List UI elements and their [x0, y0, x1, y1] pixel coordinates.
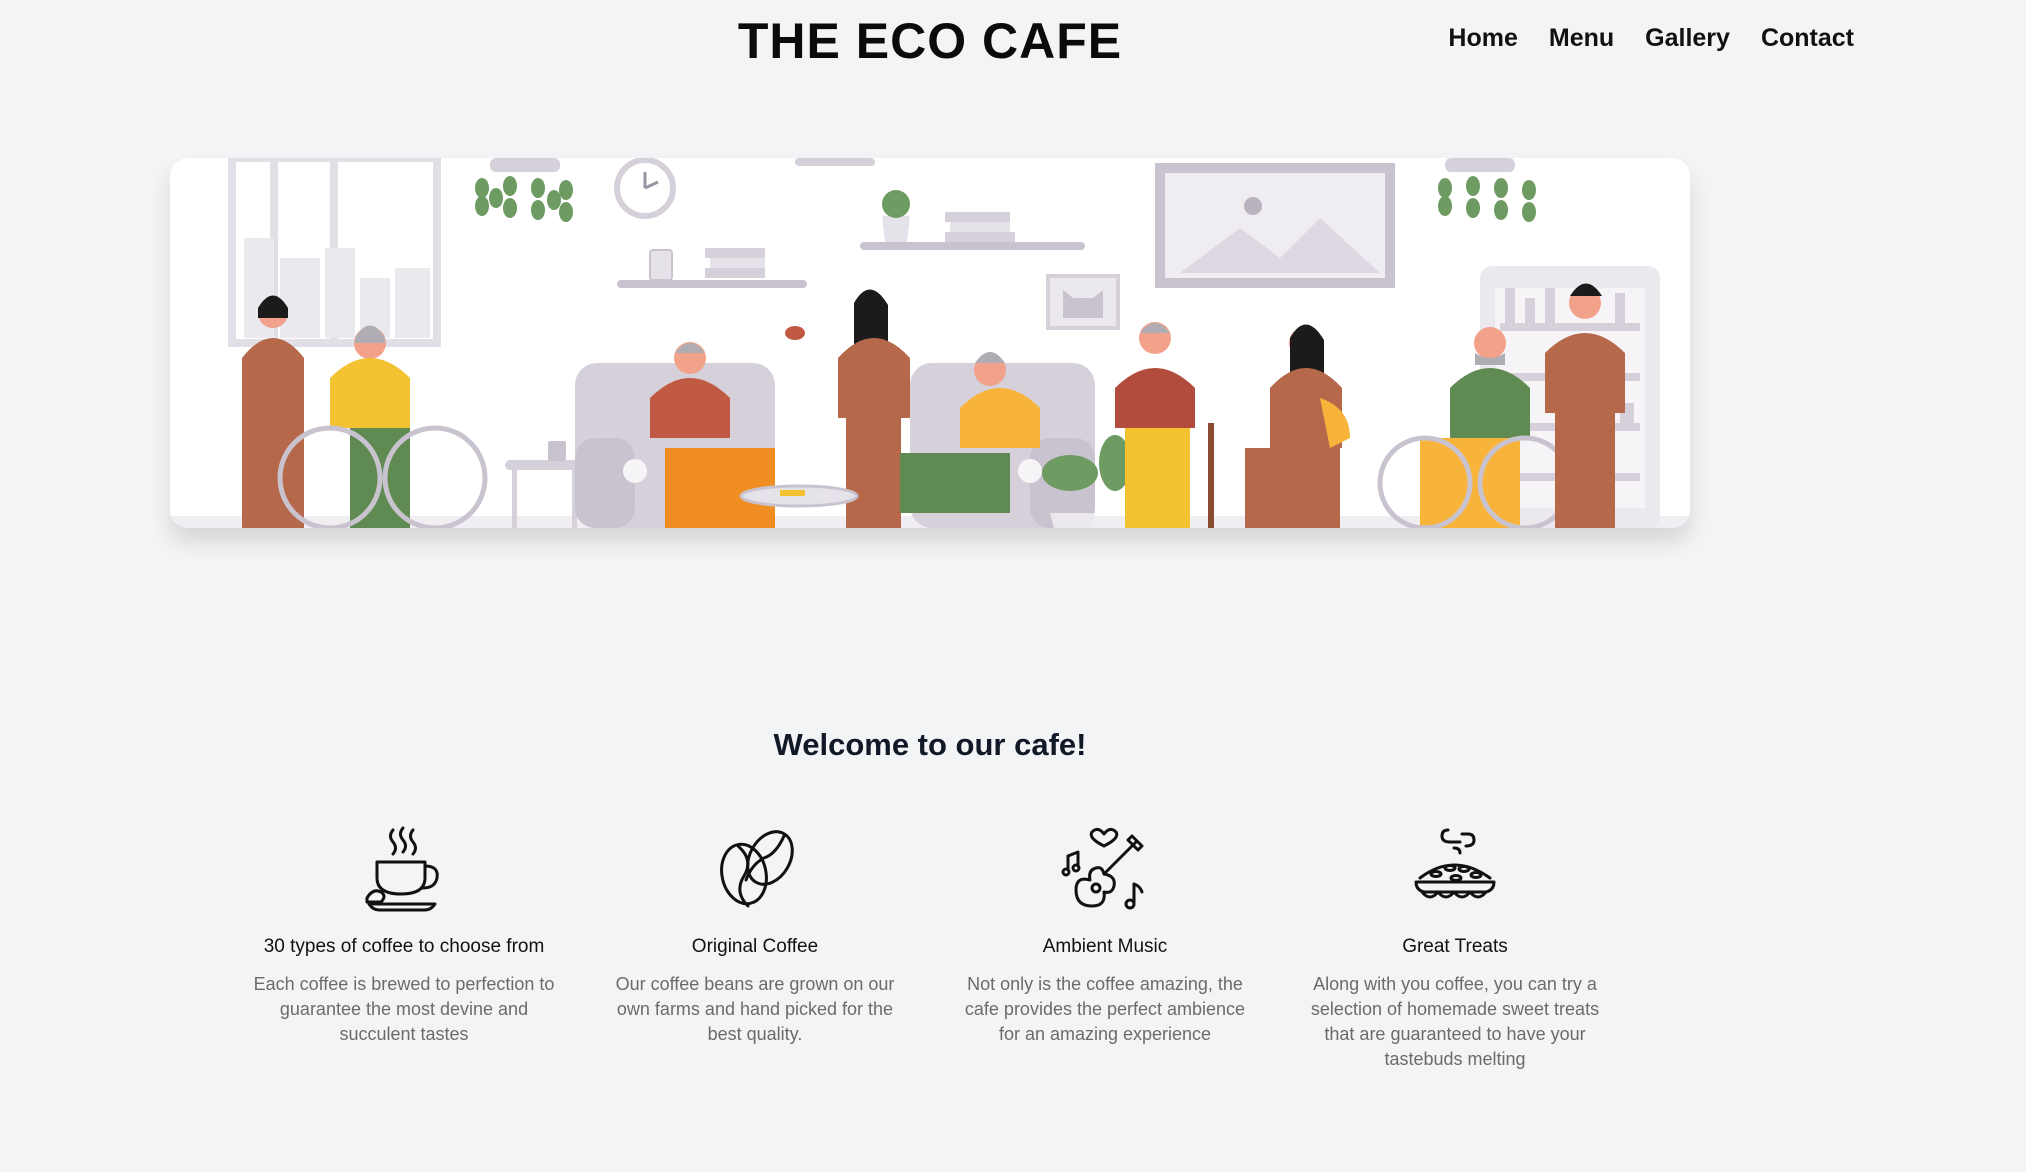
nav-gallery[interactable]: Gallery [1645, 24, 1730, 53]
feature-title: 30 types of coffee to choose from [263, 936, 545, 957]
feature-title: Ambient Music [1042, 936, 1168, 957]
feature-ambient-music: Ambient Music Not only is the coffee ama… [945, 822, 1265, 1047]
nav-home[interactable]: Home [1448, 24, 1517, 53]
guitar-music-icon [1061, 827, 1144, 910]
coffee-bean-icon [720, 830, 794, 908]
features-section: 30 types of coffee to choose from Each c… [0, 822, 2026, 1122]
welcome-heading: Welcome to our cafe! [773, 727, 1087, 762]
main-nav: Home Menu Gallery Contact [1448, 24, 1854, 53]
feature-coffee-types: 30 types of coffee to choose from Each c… [244, 822, 564, 1047]
hero-banner [170, 158, 1690, 528]
feature-text: Our coffee beans are grown on our own fa… [615, 974, 895, 1044]
feature-title: Original Coffee [691, 936, 819, 957]
feature-title: Great Treats [1402, 936, 1508, 957]
nav-menu[interactable]: Menu [1549, 24, 1614, 53]
feature-text: Along with you coffee, you can try a sel… [1310, 974, 1600, 1069]
nav-contact[interactable]: Contact [1761, 24, 1854, 53]
cafe-illustration [170, 158, 1690, 528]
feature-great-treats: Great Treats Along with you coffee, you … [1295, 822, 1615, 1072]
feature-text: Each coffee is brewed to perfection to g… [253, 974, 555, 1044]
feature-original-coffee: Original Coffee Our coffee beans are gro… [595, 822, 915, 1047]
pie-treat-icon [1414, 828, 1496, 899]
feature-text: Not only is the coffee amazing, the cafe… [964, 974, 1246, 1044]
coffee-cup-icon [365, 826, 439, 912]
